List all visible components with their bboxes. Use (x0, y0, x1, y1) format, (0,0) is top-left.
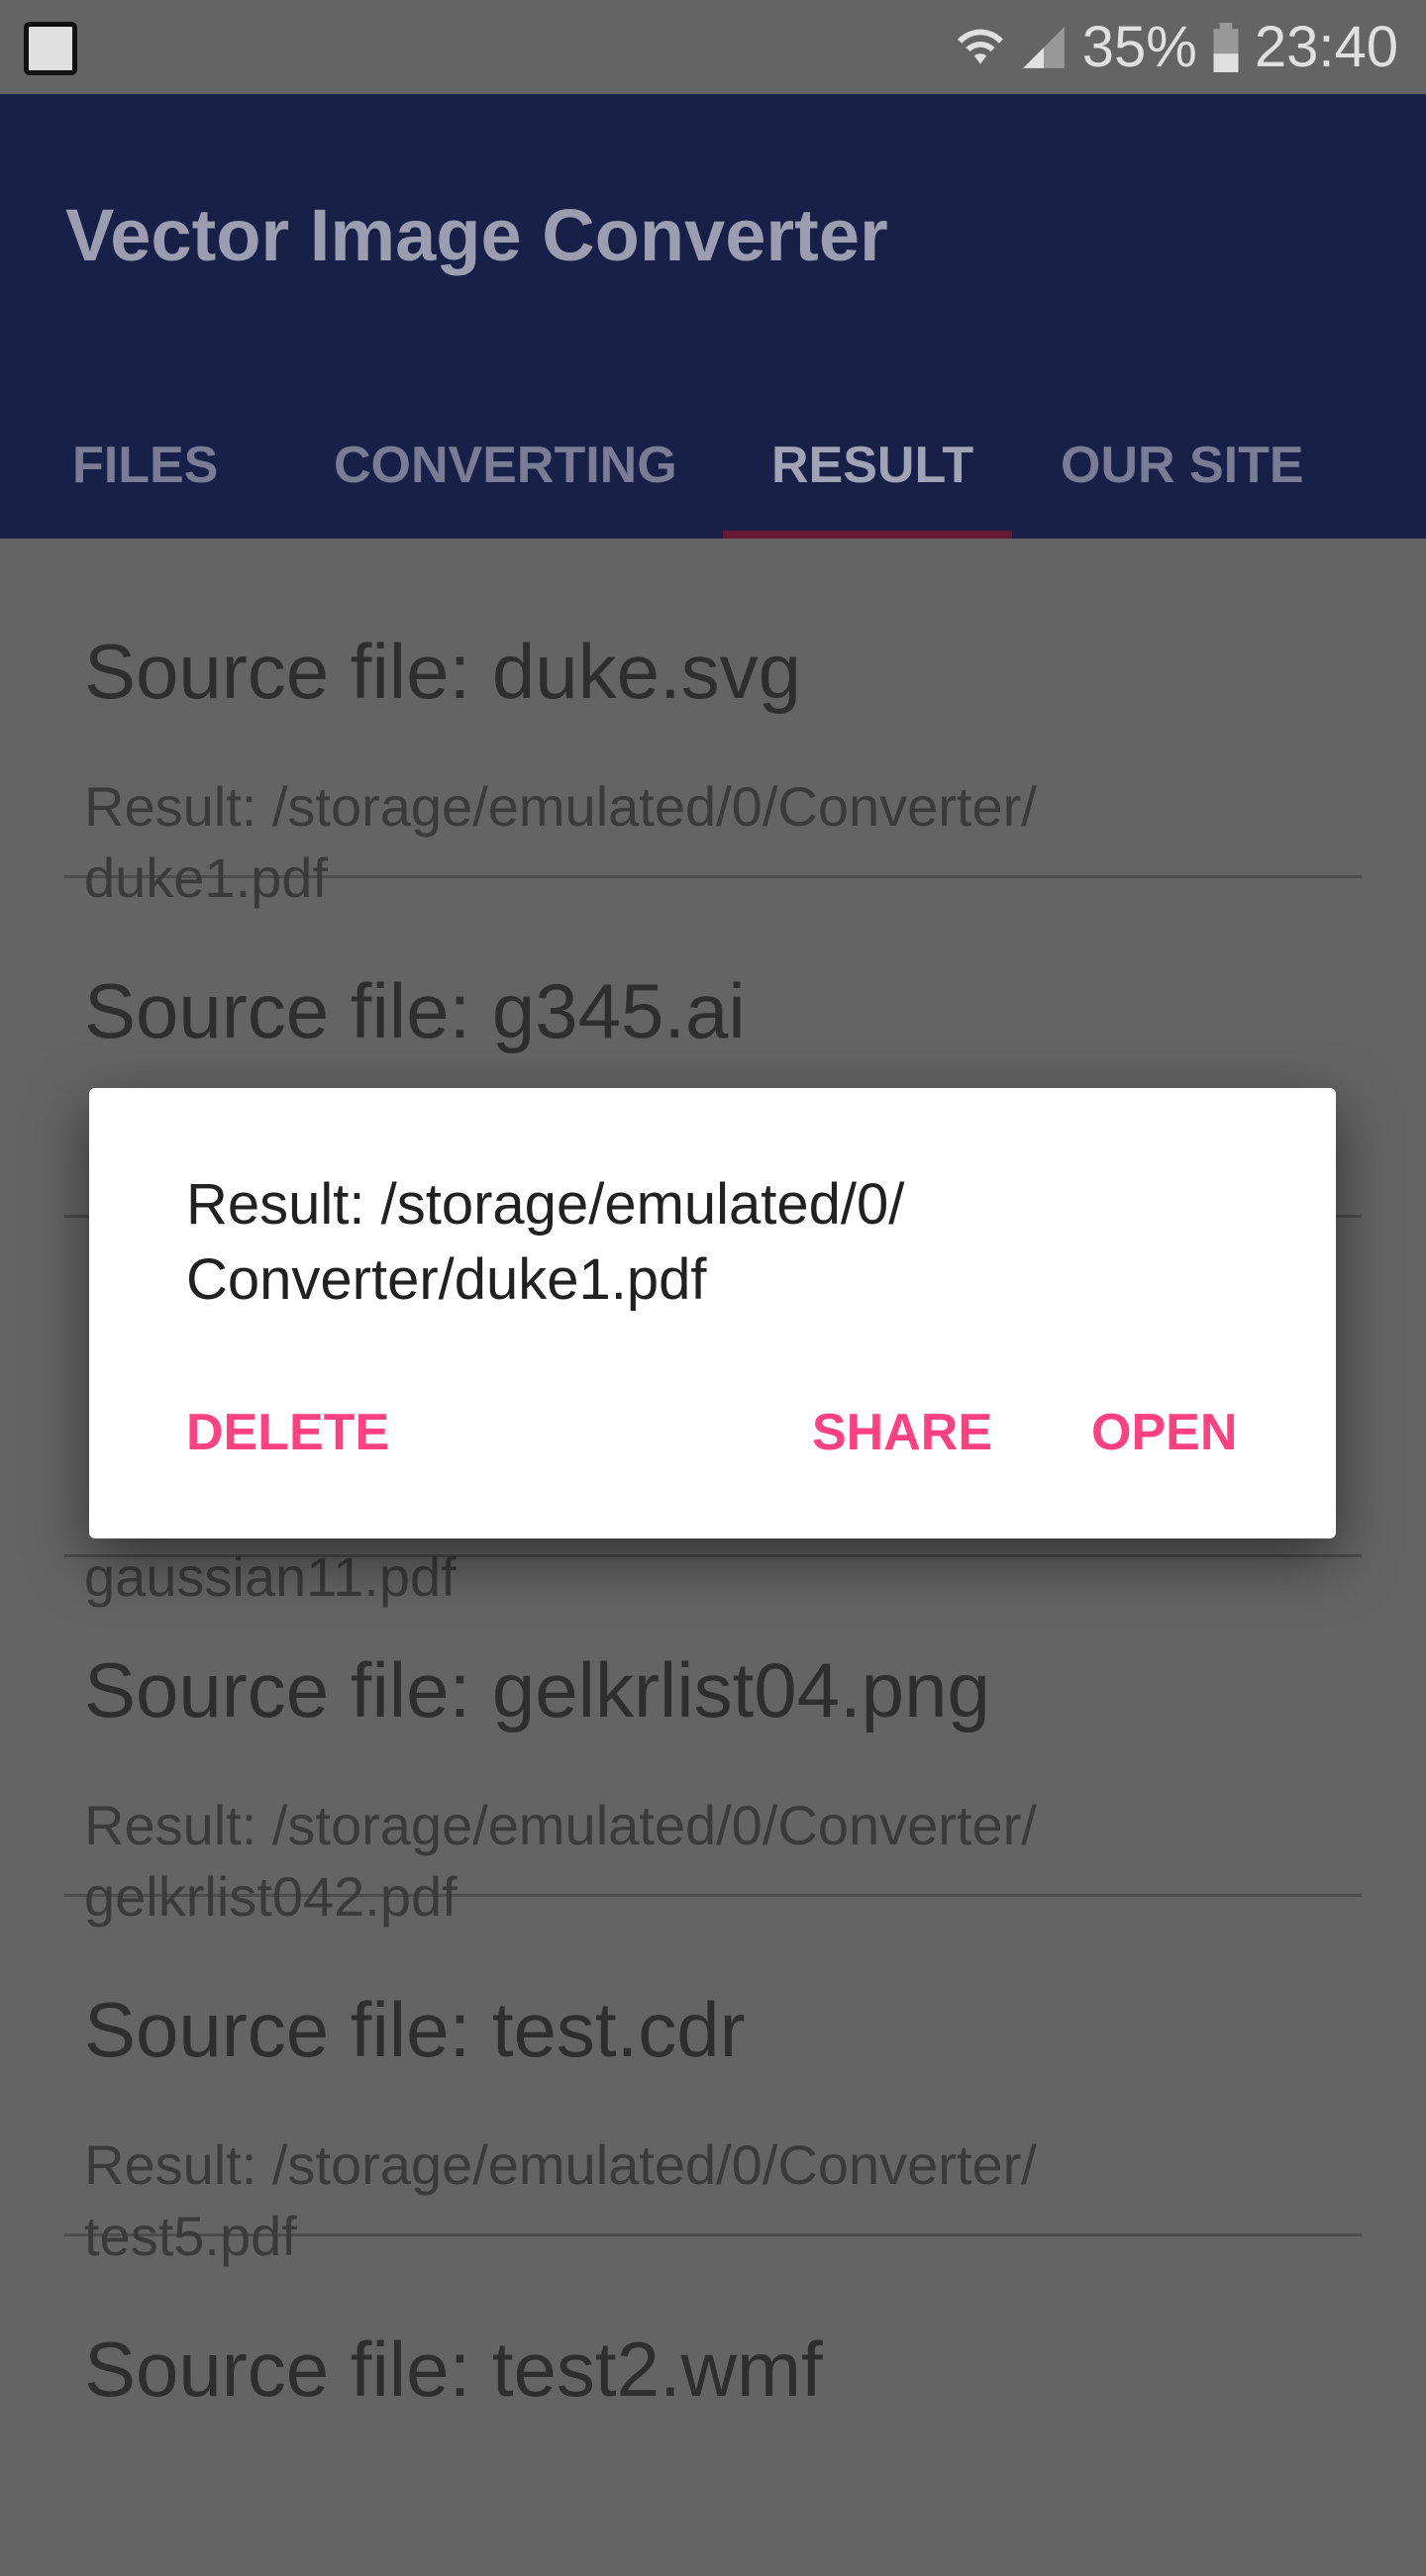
list-item[interactable]: Source file: test2.wmf (64, 2236, 1362, 2576)
message-line: Converter/duke1.pdf (186, 1247, 707, 1312)
signal-icon (1022, 26, 1065, 68)
source-file: Source file: gelkrlist04.png (84, 1646, 990, 1734)
status-bar: 35% 23:40 (0, 0, 1426, 94)
tab-indicator (723, 531, 1012, 539)
app-title: Vector Image Converter (65, 194, 888, 276)
tab-converting[interactable]: CONVERTING (334, 436, 677, 495)
tab-our-site[interactable]: OUR SITE (1061, 436, 1304, 495)
source-file: Source file: g345.ai (84, 967, 746, 1054)
source-file: Source file: duke.svg (84, 628, 802, 715)
list-item[interactable]: Source file: duke.svg Result: /storage/e… (64, 539, 1362, 909)
source-file: Source file: test2.wmf (84, 2326, 823, 2413)
result-line: Result: /storage/emulated/0/Converter/ (84, 775, 1037, 838)
list-item[interactable]: Source file: test.cdr Result: /storage/e… (64, 1897, 1362, 2267)
delete-button[interactable]: DELETE (186, 1403, 389, 1462)
tab-result[interactable]: RESULT (771, 436, 973, 495)
source-file: Source file: test.cdr (84, 1986, 746, 2073)
battery-percent: 35% (1081, 15, 1197, 79)
tab-bar: FILES CONVERTING RESULT OUR SITE (0, 391, 1426, 539)
result-list: Source file: duke.svg Result: /storage/e… (0, 539, 1426, 2576)
clock: 23:40 (1254, 15, 1398, 79)
tab-files[interactable]: FILES (72, 436, 218, 495)
share-button[interactable]: SHARE (812, 1403, 992, 1462)
result-line: Result: /storage/emulated/0/Converter/ (84, 2133, 1037, 2196)
app-bar: Vector Image Converter FILES CONVERTING … (0, 94, 1426, 539)
wifi-icon (957, 29, 1003, 64)
list-item[interactable]: Source file: gelkrlist04.png Result: /st… (64, 1557, 1362, 1928)
message-line: Result: /storage/emulated/0/ (186, 1172, 905, 1237)
dialog-message: Result: /storage/emulated/0/Converter/du… (186, 1167, 1256, 1318)
app-notification-icon (24, 22, 77, 75)
open-button[interactable]: OPEN (1091, 1403, 1237, 1462)
result-dialog: Result: /storage/emulated/0/Converter/du… (89, 1088, 1336, 1538)
battery-icon (1213, 22, 1239, 72)
result-line: Result: /storage/emulated/0/Converter/ (84, 1794, 1037, 1856)
